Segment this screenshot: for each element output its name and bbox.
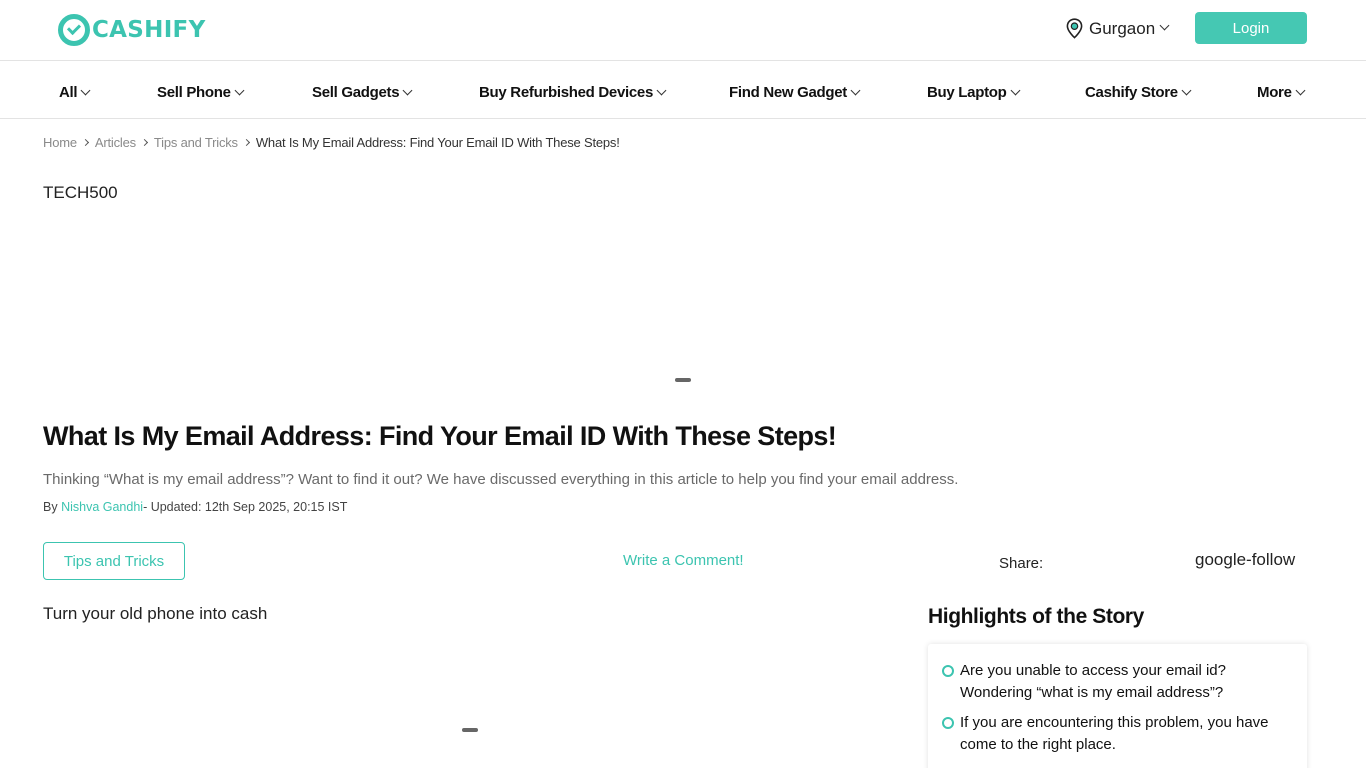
login-button[interactable]: Login: [1195, 12, 1307, 44]
highlight-text: If you are encountering this problem, yo…: [960, 714, 1269, 753]
chevron-down-icon: [1295, 85, 1306, 96]
location-selector[interactable]: Gurgaon: [1066, 18, 1170, 39]
top-header: CASHIFY Gurgaon Login: [0, 0, 1366, 61]
nav-item-label: Buy Refurbished Devices: [479, 84, 653, 101]
logo-mark-icon: [58, 14, 90, 46]
highlights-card: Are you unable to access your email id? …: [928, 644, 1307, 768]
nav-item-label: Find New Gadget: [729, 84, 848, 101]
chevron-right-icon: [140, 138, 148, 147]
author-link[interactable]: Nishva Gandhi: [61, 500, 143, 514]
highlights-title: Highlights of the Story: [928, 605, 1144, 628]
promo-image-alt: Turn your old phone into cash: [43, 604, 268, 623]
nav-item-buy-laptop[interactable]: Buy Laptop: [927, 84, 1020, 101]
breadcrumb-tips-and-tricks[interactable]: Tips and Tricks: [154, 135, 238, 150]
updated-date: - Updated: 12th Sep 2025, 20:15 IST: [143, 500, 348, 514]
nav-item-label: Cashify Store: [1085, 84, 1178, 101]
share-label: Share:: [999, 555, 1044, 572]
nav-item-label: Sell Phone: [157, 84, 231, 101]
nav-item-find-new-gadget[interactable]: Find New Gadget: [729, 84, 861, 101]
chevron-down-icon: [850, 85, 861, 96]
chevron-right-icon: [242, 138, 250, 147]
main-nav: All Sell Phone Sell Gadgets Buy Refurbis…: [0, 61, 1366, 119]
breadcrumb-home[interactable]: Home: [43, 135, 77, 150]
nav-item-label: More: [1257, 84, 1292, 101]
nav-item-label: Sell Gadgets: [312, 84, 400, 101]
nav-item-label: Buy Laptop: [927, 84, 1007, 101]
chevron-down-icon: [1010, 85, 1020, 96]
location-pin-icon: [1066, 18, 1083, 39]
nav-item-more[interactable]: More: [1257, 84, 1306, 101]
by-label: By: [43, 500, 62, 514]
chevron-down-icon: [1159, 20, 1170, 31]
chevron-down-icon: [80, 85, 91, 96]
breadcrumb: Home Articles Tips and Tricks What Is My…: [43, 135, 620, 150]
article-byline: By Nishva Gandhi- Updated: 12th Sep 2025…: [43, 500, 347, 514]
chevron-down-icon: [656, 85, 667, 96]
chevron-down-icon: [1181, 85, 1192, 96]
carousel-indicator[interactable]: [675, 378, 691, 382]
nav-item-all[interactable]: All: [59, 84, 91, 101]
category-tag-button[interactable]: Tips and Tricks: [43, 542, 185, 580]
logo-text: CASHIFY: [92, 17, 206, 43]
highlight-text: Are you unable to access your email id? …: [960, 662, 1226, 701]
nav-item-sell-gadgets[interactable]: Sell Gadgets: [312, 84, 413, 101]
banner-image[interactable]: TECH500: [43, 183, 118, 203]
circle-bullet-icon: [942, 665, 954, 677]
write-comment-link[interactable]: Write a Comment!: [623, 552, 744, 569]
cashify-logo[interactable]: CASHIFY: [58, 13, 206, 47]
highlight-item: If you are encountering this problem, yo…: [942, 712, 1292, 756]
nav-item-cashify-store[interactable]: Cashify Store: [1085, 84, 1192, 101]
article-title: What Is My Email Address: Find Your Emai…: [43, 421, 837, 451]
chevron-down-icon: [234, 85, 245, 96]
promo-image[interactable]: Turn your old phone into cash: [43, 604, 267, 624]
chevron-down-icon: [402, 85, 413, 96]
nav-item-buy-refurbished[interactable]: Buy Refurbished Devices: [479, 84, 667, 101]
chevron-right-icon: [81, 138, 89, 147]
promo-carousel-indicator[interactable]: [462, 728, 478, 732]
google-follow-alt: google-follow: [1195, 550, 1296, 569]
nav-item-label: All: [59, 84, 78, 101]
breadcrumb-current: What Is My Email Address: Find Your Emai…: [255, 135, 620, 150]
nav-item-sell-phone[interactable]: Sell Phone: [157, 84, 245, 101]
location-label: Gurgaon: [1089, 18, 1156, 38]
circle-bullet-icon: [942, 717, 954, 729]
highlight-item: Are you unable to access your email id? …: [942, 660, 1292, 704]
article-subtitle: Thinking “What is my email address”? Wan…: [43, 471, 959, 488]
breadcrumb-articles[interactable]: Articles: [95, 135, 136, 150]
banner-image-alt: TECH500: [43, 183, 118, 202]
google-follow-image[interactable]: google-follow: [1195, 550, 1295, 570]
